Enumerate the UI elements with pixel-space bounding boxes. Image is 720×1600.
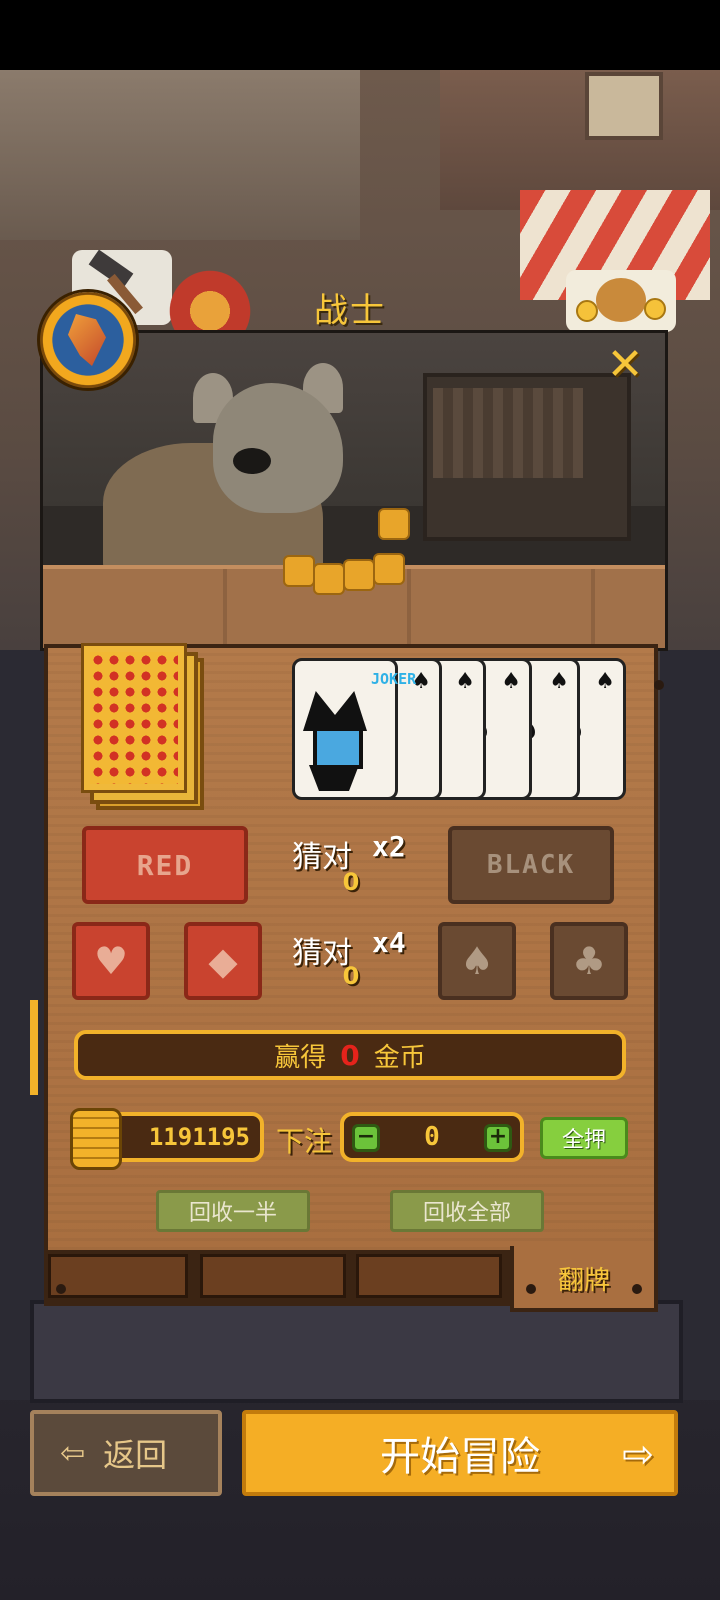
bet-decrease-button[interactable]: − [352,1124,380,1152]
bet-stepper: − 0 + [340,1112,524,1162]
all-in-button[interactable]: 全押 [540,1117,628,1159]
color-multiplier: x2 [372,830,406,863]
building-right [440,70,720,210]
recover-all-button[interactable]: 回收全部 [390,1190,544,1232]
lower-frame [30,1300,683,1403]
gambler-rat-illustration [40,330,668,651]
recover-half-button[interactable]: 回收一半 [156,1190,310,1232]
suit-guess-value: 0 [342,962,360,990]
start-adventure-button[interactable]: 开始冒险 ⇨ [242,1410,678,1496]
back-label: 返回 [103,1436,168,1474]
win-amount: 0 [340,1038,360,1072]
exit-icon: ⇨ [622,1432,654,1476]
guess-red-button[interactable]: RED [82,826,248,904]
joker-card: JOKER [292,658,417,800]
left-accent-bar [30,1000,38,1095]
class-title: 战士 [314,291,386,331]
winnings-bar: 赢得 0 金币 [74,1030,626,1080]
side-shade-right [660,650,720,1400]
start-label: 开始冒险 [380,1434,540,1480]
warrior-emblem-icon[interactable] [40,292,136,388]
spade-icon[interactable]: ♠ [438,922,516,1000]
coin-stack-icon [70,1108,122,1170]
diamond-icon[interactable]: ◆ [184,922,262,1000]
building-left [0,70,360,240]
shield-ornament [165,262,255,332]
back-button[interactable]: ⇦ 返回 [30,1410,222,1496]
coin-balance: 1191195 [108,1112,264,1162]
joker-text: JOKER [371,670,417,688]
draw-card-button[interactable]: 翻牌 [510,1246,658,1312]
card-deck[interactable] [81,643,187,793]
win-suffix: 金币 [373,1042,426,1073]
win-prefix: 赢得 [274,1042,327,1073]
guess-black-button[interactable]: BLACK [448,826,614,904]
close-icon[interactable]: ✕ [603,343,647,387]
building-window [585,72,663,140]
rivet [56,1284,66,1294]
club-icon[interactable]: ♣ [550,922,628,1000]
money-bag-icon [566,270,676,332]
back-icon: ⇦ [60,1435,86,1471]
bet-value: 0 [424,1122,440,1152]
heart-icon[interactable]: ♥ [72,922,150,1000]
color-guess-value: 0 [342,868,360,896]
suit-multiplier: x4 [372,926,406,959]
bet-label: 下注 [276,1125,333,1158]
bet-increase-button[interactable]: + [484,1124,512,1152]
rivet [654,680,664,690]
